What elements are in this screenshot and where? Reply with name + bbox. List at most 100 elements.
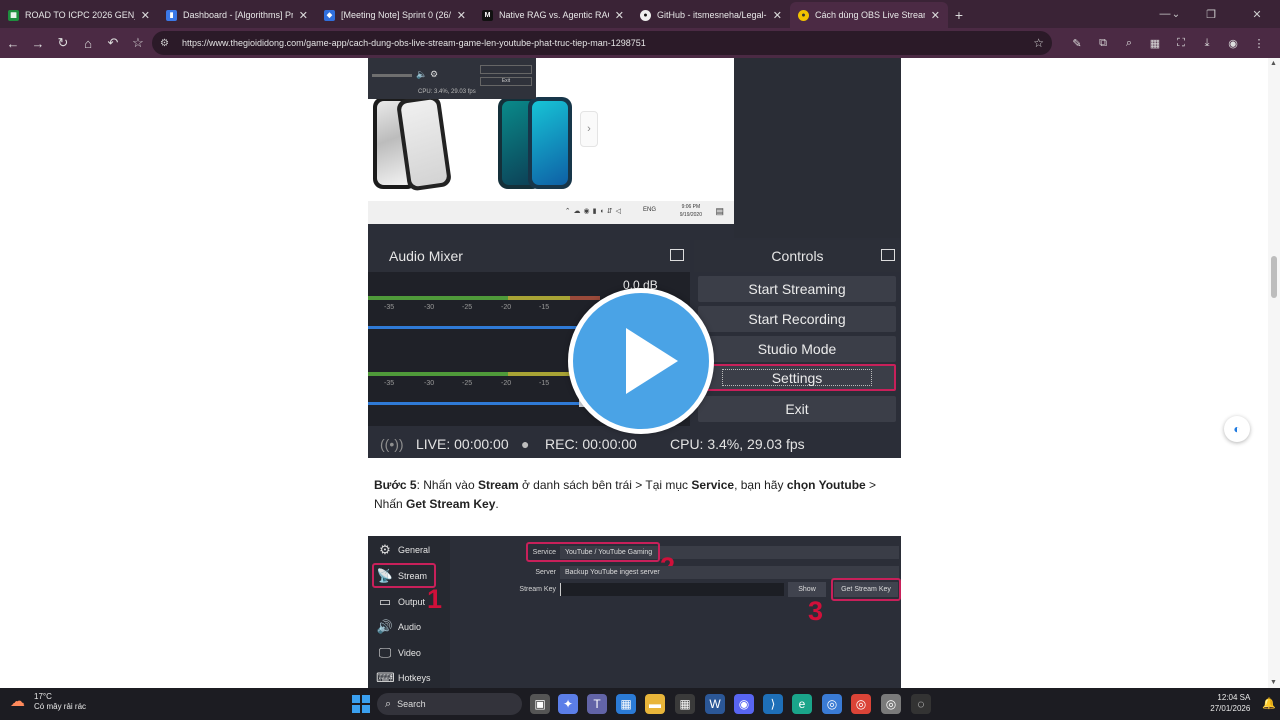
chrome-dev-icon[interactable]: ◎ <box>881 694 901 714</box>
start-streaming-button[interactable]: Start Streaming <box>698 276 896 302</box>
carousel-next-icon[interactable]: › <box>580 111 598 147</box>
article-bold: Service <box>691 478 735 492</box>
close-icon[interactable]: ✕ <box>931 9 940 22</box>
notification-icon: ▤ <box>715 206 724 216</box>
tab-5[interactable]: ● GitHub - itsmesneha/Legal-Ch ✕ <box>632 2 790 28</box>
scroll-down-icon[interactable]: ▼ <box>1270 679 1277 686</box>
menu-icon[interactable]: ⋮ <box>1246 31 1272 55</box>
audio-mixer-header: Audio Mixer <box>368 240 690 272</box>
speaker-icon: 🔊 <box>376 619 394 634</box>
windows-start-icon[interactable] <box>352 695 370 713</box>
phone-image <box>528 97 572 189</box>
site-info-icon[interactable]: ⚙ <box>160 38 176 49</box>
vscode-icon[interactable]: ⟩ <box>763 694 783 714</box>
address-bar[interactable]: ⚙ https://www.thegioididong.com/game-app… <box>152 31 1052 55</box>
chrome-icon[interactable]: ◎ <box>851 694 871 714</box>
bookmark-star-icon[interactable]: ☆ <box>126 31 150 55</box>
close-icon[interactable]: ✕ <box>299 9 308 22</box>
sidebar-item-video[interactable]: 🖵 Video <box>376 643 421 663</box>
close-icon[interactable]: ✕ <box>141 9 150 22</box>
teams-icon[interactable]: T <box>587 694 607 714</box>
bookmark-icon[interactable]: ☆ <box>1033 36 1044 50</box>
chrome-profile-icon[interactable]: ◎ <box>822 694 842 714</box>
tab-4[interactable]: M Native RAG vs. Agentic RAG: W ✕ <box>474 2 632 28</box>
pen-icon[interactable]: ✎ <box>1064 31 1090 55</box>
tab-1[interactable]: ▦ ROAD TO ICPC 2026 GEN_TEST ✕ <box>0 2 158 28</box>
tgdd-icon: ● <box>798 9 809 21</box>
discord-icon[interactable]: ◉ <box>734 694 754 714</box>
gear-icon: ⚙ <box>379 542 391 557</box>
scale-tick: -20 <box>501 380 512 387</box>
page-scrollbar[interactable]: ▲ ▼ <box>1268 58 1280 688</box>
mini-exit-button: Exit <box>480 77 532 86</box>
maximize-icon[interactable]: ❐ <box>1188 0 1234 28</box>
rec-icon: ● <box>521 436 530 452</box>
dock-icon[interactable] <box>881 249 895 261</box>
close-icon[interactable]: ✕ <box>773 9 782 22</box>
show-button[interactable]: Show <box>788 582 826 597</box>
sidebar-item-hotkeys[interactable]: ⌨ Hotkeys <box>376 668 431 688</box>
play-icon <box>626 328 678 394</box>
rec-time: REC: 00:00:00 <box>545 436 637 452</box>
temperature: 17°C <box>34 692 52 701</box>
apps-icon[interactable]: ▦ <box>1142 31 1168 55</box>
zoom-icon[interactable]: ⌕ <box>1116 31 1142 55</box>
tab-6[interactable]: ● Cách dùng OBS Live Stream ga ✕ <box>790 2 948 28</box>
sidebar-item-audio[interactable]: 🔊 Audio <box>376 617 421 637</box>
tab-2[interactable]: ▮ Dashboard - [Algorithms] Prefix ✕ <box>158 2 316 28</box>
translate-widget-icon[interactable]: ◐ <box>1224 416 1250 442</box>
taskbar-search[interactable]: ⌕ Search <box>377 693 522 715</box>
minimize-icon[interactable]: — <box>1142 0 1188 28</box>
status-bar: ((•)) LIVE: 00:00:00 ● REC: 00:00:00 CPU… <box>368 430 901 458</box>
task-view-icon[interactable]: ▣ <box>530 694 550 714</box>
tab-3[interactable]: ◆ [Meeting Note] Sprint 0 (26/01) ✕ <box>316 2 474 28</box>
back-icon[interactable]: ← <box>1 31 25 55</box>
settings-button[interactable]: Settings <box>698 364 896 391</box>
calculator-icon[interactable]: ▦ <box>675 694 695 714</box>
scroll-up-icon[interactable]: ▲ <box>1270 60 1277 67</box>
article-step-5: Bước 5: Nhấn vào Stream ở danh sách bên … <box>374 476 894 514</box>
reload-icon[interactable]: ↻ <box>51 31 75 55</box>
copilot-icon[interactable]: ✦ <box>558 694 578 714</box>
audio-mixer-title: Audio Mixer <box>389 248 463 264</box>
studio-mode-button[interactable]: Studio Mode <box>698 336 896 362</box>
download-icon[interactable]: ⤓ <box>1194 31 1220 55</box>
volume-fader[interactable] <box>368 402 583 405</box>
exit-button[interactable]: Exit <box>698 396 896 422</box>
volume-fader[interactable] <box>368 326 598 329</box>
sheets-icon: ▦ <box>8 9 19 21</box>
sidebar-item-output[interactable]: ▭ Output <box>376 592 425 612</box>
step-number-3: 3 <box>808 596 824 626</box>
close-icon[interactable]: ✕ <box>615 9 624 22</box>
sidebar-item-general[interactable]: ⚙ General <box>376 540 430 560</box>
article-bold: Get Stream Key <box>406 497 496 511</box>
edge-icon[interactable]: e <box>792 694 812 714</box>
live-time: LIVE: 00:00:00 <box>416 436 509 452</box>
stream-key-label: Stream Key <box>519 586 556 593</box>
extensions-icon[interactable]: ⧉ <box>1090 31 1116 55</box>
close-icon[interactable]: ✕ <box>457 9 466 22</box>
word-icon[interactable]: W <box>705 694 725 714</box>
mini-cpu-text: CPU: 3.4%, 29.03 fps <box>418 89 476 95</box>
scale-tick: -15 <box>539 380 550 387</box>
scrollbar-thumb[interactable] <box>1271 256 1277 298</box>
new-tab-button[interactable]: + <box>948 2 970 28</box>
undo-icon[interactable]: ↶ <box>101 31 125 55</box>
obs-icon[interactable]: ◌ <box>911 694 931 714</box>
forward-icon[interactable]: → <box>26 31 50 55</box>
stream-key-input[interactable] <box>560 583 784 596</box>
file-explorer-icon[interactable]: ▬ <box>645 694 665 714</box>
taskbar-clock[interactable]: 12:04 SA 27/01/2026 <box>1210 692 1250 714</box>
store-icon[interactable]: ▦ <box>616 694 636 714</box>
start-recording-button[interactable]: Start Recording <box>698 306 896 332</box>
screenshot-icon[interactable]: ⛶ <box>1168 31 1194 55</box>
dock-icon[interactable] <box>670 249 684 261</box>
speaker-icon: 🔈 <box>416 69 428 79</box>
profile-icon[interactable]: ◉ <box>1220 31 1246 55</box>
close-window-icon[interactable]: ✕ <box>1234 0 1280 28</box>
video-play-button[interactable] <box>568 288 714 434</box>
weather-widget[interactable]: ☁ 17°C Có mây rải rác <box>10 692 86 712</box>
article-text: ở danh sách bên trái > Tại mục <box>518 478 692 492</box>
home-icon[interactable]: ⌂ <box>76 31 100 55</box>
notification-bell-icon[interactable]: 🔔 <box>1262 697 1276 710</box>
